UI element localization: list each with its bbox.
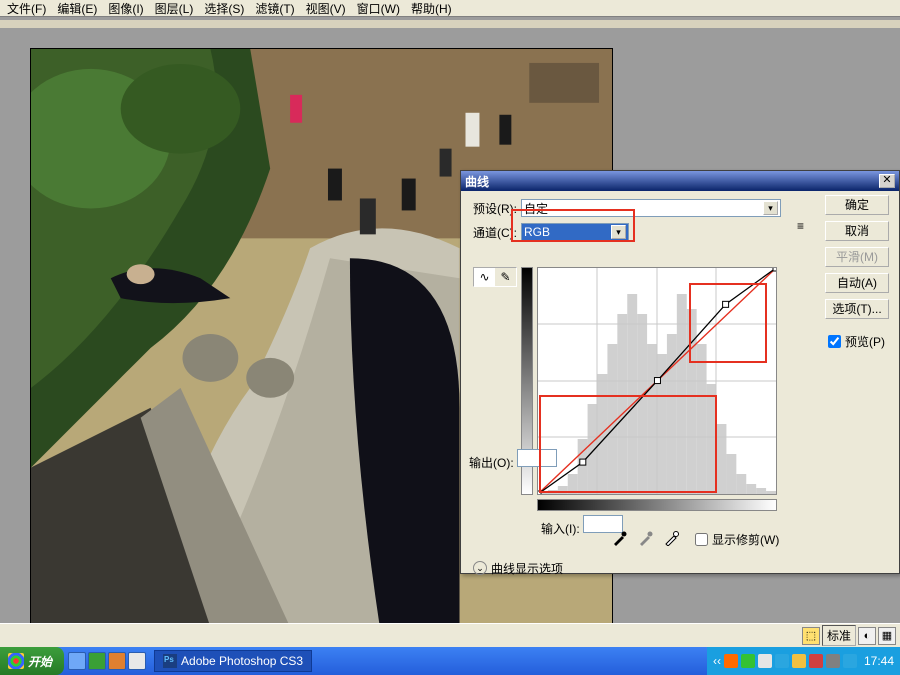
channel-value: RGB xyxy=(524,225,550,239)
menu-help[interactable]: 帮助(H) xyxy=(407,0,456,18)
channel-label: 通道(C): xyxy=(469,224,517,241)
options-button[interactable]: 选项(T)... xyxy=(825,299,889,319)
preset-value: 自定 xyxy=(524,200,548,217)
eyedropper-tools xyxy=(611,529,681,547)
system-tray: ‹‹ 17:44 xyxy=(707,647,900,675)
preset-menu-icon[interactable]: ≡ xyxy=(797,219,804,233)
curve-tool-toggle[interactable]: ∿ ✎ xyxy=(473,267,517,287)
menu-bar: 文件(F) 编辑(E) 图像(I) 图层(L) 选择(S) 滤镜(T) 视图(V… xyxy=(0,0,900,17)
channel-dropdown[interactable]: RGB ▾ xyxy=(521,223,629,241)
menu-image[interactable]: 图像(I) xyxy=(104,0,147,18)
windows-icon xyxy=(8,653,24,669)
menu-file[interactable]: 文件(F) xyxy=(3,0,50,18)
start-button[interactable]: 开始 xyxy=(0,647,64,675)
taskbar: 开始 Adobe Photoshop CS3 ‹‹ 17:44 xyxy=(0,647,900,675)
app-icon[interactable] xyxy=(108,652,126,670)
tray-icon[interactable] xyxy=(809,654,823,668)
tray-icon[interactable] xyxy=(758,654,772,668)
chevron-down-icon: ▾ xyxy=(763,201,778,215)
desktop-icon[interactable] xyxy=(128,652,146,670)
curves-graph[interactable] xyxy=(537,267,777,495)
output-value[interactable] xyxy=(517,449,557,467)
preset-label: 预设(R): xyxy=(469,200,517,217)
chevron-down-icon: ▾ xyxy=(611,225,626,239)
cancel-button[interactable]: 取消 xyxy=(825,221,889,241)
tray-icon[interactable] xyxy=(724,654,738,668)
dialog-button-column: 确定 取消 平滑(M) 自动(A) 选项(T)... xyxy=(825,195,889,319)
auto-button[interactable]: 自动(A) xyxy=(825,273,889,293)
mode-icon[interactable]: ▦ xyxy=(878,627,896,645)
menu-filter[interactable]: 滤镜(T) xyxy=(251,0,298,18)
clock[interactable]: 17:44 xyxy=(864,654,894,668)
curve-pencil-icon[interactable]: ✎ xyxy=(495,268,516,286)
preview-checkbox[interactable]: 预览(P) xyxy=(828,333,885,350)
menu-window[interactable]: 窗口(W) xyxy=(353,0,404,18)
output-label: 输出(O): xyxy=(469,449,557,471)
taskbar-task[interactable]: Adobe Photoshop CS3 xyxy=(154,650,312,672)
tray-icon[interactable] xyxy=(741,654,755,668)
curves-dialog: 曲线 ✕ 预设(R): 自定 ▾ ≡ 通道(C): RGB ▾ ∿ ✎ xyxy=(460,170,900,574)
menu-edit[interactable]: 编辑(E) xyxy=(53,0,101,18)
tray-icon[interactable] xyxy=(775,654,789,668)
gray-eyedropper-icon[interactable] xyxy=(637,529,655,547)
status-bar: ⬚ 标准 ◐ ▦ xyxy=(0,623,900,647)
display-options-expander[interactable]: ⌄ 曲线显示选项 xyxy=(473,557,563,579)
tray-icon[interactable] xyxy=(826,654,840,668)
dialog-title: 曲线 xyxy=(465,173,879,190)
preset-dropdown[interactable]: 自定 ▾ xyxy=(521,199,781,217)
expand-icon: ⌄ xyxy=(473,561,487,575)
status-icon[interactable]: ⬚ xyxy=(802,627,820,645)
tray-expand-icon[interactable]: ‹‹ xyxy=(713,654,721,668)
dialog-titlebar[interactable]: 曲线 ✕ xyxy=(461,171,899,191)
show-clipping-input[interactable] xyxy=(695,533,708,546)
mode-icon[interactable]: ◐ xyxy=(858,627,876,645)
smooth-button[interactable]: 平滑(M) xyxy=(825,247,889,267)
options-bar xyxy=(0,20,900,28)
menu-layer[interactable]: 图层(L) xyxy=(151,0,198,18)
close-button[interactable]: ✕ xyxy=(879,174,895,188)
earth-icon[interactable] xyxy=(88,652,106,670)
quick-launch xyxy=(64,652,150,670)
curves-graph-area xyxy=(521,267,779,495)
ok-button[interactable]: 确定 xyxy=(825,195,889,215)
show-clipping-checkbox[interactable]: 显示修剪(W) xyxy=(695,531,779,548)
menu-select[interactable]: 选择(S) xyxy=(200,0,248,18)
photoshop-icon xyxy=(163,654,177,668)
preview-input[interactable] xyxy=(828,335,841,348)
ie-icon[interactable] xyxy=(68,652,86,670)
tray-icon[interactable] xyxy=(843,654,857,668)
menu-view[interactable]: 视图(V) xyxy=(302,0,350,18)
input-gradient xyxy=(537,499,777,511)
screen-mode-label[interactable]: 标准 xyxy=(822,625,856,646)
black-eyedropper-icon[interactable] xyxy=(611,529,629,547)
white-eyedropper-icon[interactable] xyxy=(663,529,681,547)
curve-point-icon[interactable]: ∿ xyxy=(474,268,495,286)
tray-icon[interactable] xyxy=(792,654,806,668)
